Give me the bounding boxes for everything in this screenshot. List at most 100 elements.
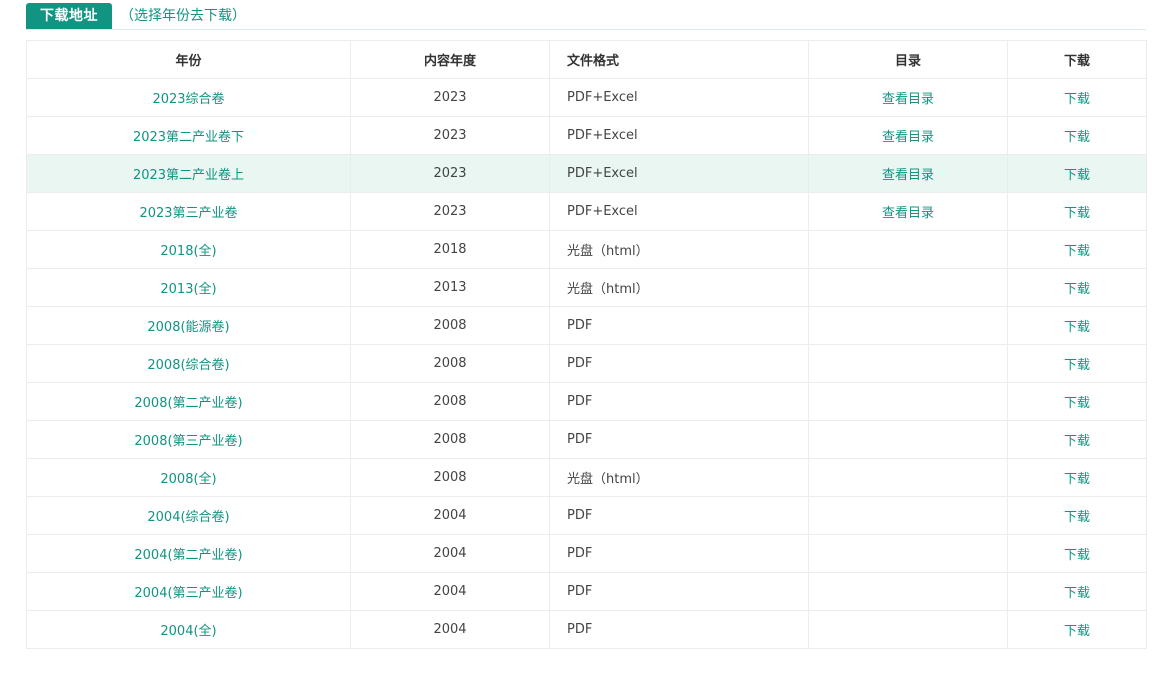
file-format-cell: 光盘（html） (549, 268, 809, 307)
catalog-link-cell (808, 420, 1008, 459)
download-link[interactable]: 下载 (1064, 320, 1090, 335)
content-year-cell: 2023 (350, 154, 550, 193)
content-year: 2008 (433, 356, 467, 371)
download-link[interactable]: 下载 (1064, 130, 1090, 145)
download-link-cell: 下载 (1007, 458, 1147, 497)
table-row: 2023第二产业卷上 2023 PDF+Excel 查看目录 下载 (26, 154, 1147, 193)
year-link[interactable]: 2018(全) (160, 244, 216, 259)
download-link[interactable]: 下载 (1064, 282, 1090, 297)
content-year: 2008 (433, 318, 467, 333)
year-link-cell: 2023综合卷 (26, 78, 351, 117)
content-year: 2023 (433, 204, 467, 219)
download-link-cell: 下载 (1007, 534, 1147, 573)
download-link[interactable]: 下载 (1064, 168, 1090, 183)
year-link[interactable]: 2023综合卷 (152, 92, 224, 107)
year-link[interactable]: 2008(综合卷) (147, 358, 229, 373)
download-link[interactable]: 下载 (1064, 472, 1090, 487)
download-link-cell: 下载 (1007, 306, 1147, 345)
file-format: 光盘（html） (567, 244, 649, 259)
year-link[interactable]: 2004(全) (160, 624, 216, 639)
catalog-link-cell: 查看目录 (808, 154, 1008, 193)
catalog-link-cell: 查看目录 (808, 192, 1008, 231)
catalog-link[interactable]: 查看目录 (882, 92, 934, 107)
catalog-link-cell: 查看目录 (808, 116, 1008, 155)
year-link-cell: 2023第二产业卷上 (26, 154, 351, 193)
file-format-cell: 光盘（html） (549, 458, 809, 497)
download-link-cell: 下载 (1007, 154, 1147, 193)
year-link[interactable]: 2004(第二产业卷) (134, 548, 242, 563)
download-link[interactable]: 下载 (1064, 244, 1090, 259)
content-year-cell: 2008 (350, 420, 550, 459)
download-link[interactable]: 下载 (1064, 510, 1090, 525)
content-year: 2008 (433, 470, 467, 485)
catalog-link-cell (808, 534, 1008, 573)
file-format: PDF+Excel (567, 128, 638, 143)
year-link[interactable]: 2013(全) (160, 282, 216, 297)
year-link-cell: 2004(第三产业卷) (26, 572, 351, 611)
download-link[interactable]: 下载 (1064, 206, 1090, 221)
content-year: 2008 (433, 432, 467, 447)
download-link-cell: 下载 (1007, 268, 1147, 307)
download-link-cell: 下载 (1007, 192, 1147, 231)
table-row: 2004(第二产业卷) 2004 PDF 下载 (26, 534, 1147, 573)
content-year: 2004 (433, 508, 467, 523)
year-link-cell: 2004(综合卷) (26, 496, 351, 535)
content-year: 2023 (433, 128, 467, 143)
file-format: 光盘（html） (567, 472, 649, 487)
content-year-cell: 2023 (350, 116, 550, 155)
table-row: 2018(全) 2018 光盘（html） 下载 (26, 230, 1147, 269)
file-format-cell: PDF (549, 382, 809, 421)
download-link-cell: 下载 (1007, 230, 1147, 269)
table-row: 2008(综合卷) 2008 PDF 下载 (26, 344, 1147, 383)
year-link[interactable]: 2004(第三产业卷) (134, 586, 242, 601)
year-link[interactable]: 2023第二产业卷下 (133, 130, 244, 145)
year-link[interactable]: 2008(全) (160, 472, 216, 487)
content-year-cell: 2008 (350, 306, 550, 345)
download-table: 年份 内容年度 文件格式 目录 下载 2023综合卷 2023 PDF+Excel 查… (26, 40, 1147, 649)
section-title: 下载地址 (26, 2, 112, 29)
catalog-link[interactable]: 查看目录 (882, 130, 934, 145)
download-link-cell: 下载 (1007, 116, 1147, 155)
download-link[interactable]: 下载 (1064, 92, 1090, 107)
year-link[interactable]: 2023第二产业卷上 (133, 168, 244, 183)
download-link[interactable]: 下载 (1064, 586, 1090, 601)
year-link[interactable]: 2008(第二产业卷) (134, 396, 242, 411)
table-body: 2023综合卷 2023 PDF+Excel 查看目录 下载 2023第二产业卷下 2023… (26, 78, 1147, 649)
file-format-cell: PDF (549, 496, 809, 535)
file-format: PDF (567, 508, 593, 523)
year-link-cell: 2008(综合卷) (26, 344, 351, 383)
content-year-cell: 2018 (350, 230, 550, 269)
year-link[interactable]: 2008(第三产业卷) (134, 434, 242, 449)
download-link[interactable]: 下载 (1064, 396, 1090, 411)
year-link-cell: 2013(全) (26, 268, 351, 307)
table-row: 2023第三产业卷 2023 PDF+Excel 查看目录 下载 (26, 192, 1147, 231)
content-year: 2013 (433, 280, 467, 295)
file-format: PDF (567, 394, 593, 409)
table-row: 2008(能源卷) 2008 PDF 下载 (26, 306, 1147, 345)
download-link[interactable]: 下载 (1064, 624, 1090, 639)
catalog-link-cell (808, 306, 1008, 345)
year-link[interactable]: 2008(能源卷) (147, 320, 229, 335)
table-row: 2013(全) 2013 光盘（html） 下载 (26, 268, 1147, 307)
table-header-row: 年份 内容年度 文件格式 目录 下载 (26, 40, 1147, 79)
content-year-cell: 2008 (350, 382, 550, 421)
section-header: 下载地址 （选择年份去下载） (26, 0, 1146, 30)
content-year: 2023 (433, 90, 467, 105)
table-row: 2008(第三产业卷) 2008 PDF 下载 (26, 420, 1147, 459)
catalog-link[interactable]: 查看目录 (882, 168, 934, 183)
table-row: 2004(第三产业卷) 2004 PDF 下载 (26, 572, 1147, 611)
catalog-link-cell (808, 458, 1008, 497)
download-link[interactable]: 下载 (1064, 358, 1090, 373)
catalog-link[interactable]: 查看目录 (882, 206, 934, 221)
catalog-link-cell (808, 610, 1008, 649)
file-format: PDF+Excel (567, 90, 638, 105)
year-link[interactable]: 2023第三产业卷 (139, 206, 237, 221)
content-year-cell: 2023 (350, 192, 550, 231)
download-link[interactable]: 下载 (1064, 548, 1090, 563)
content-year-cell: 2004 (350, 610, 550, 649)
download-link-cell: 下载 (1007, 420, 1147, 459)
year-link[interactable]: 2004(综合卷) (147, 510, 229, 525)
download-link[interactable]: 下载 (1064, 434, 1090, 449)
content-year: 2008 (433, 394, 467, 409)
file-format: PDF (567, 546, 593, 561)
